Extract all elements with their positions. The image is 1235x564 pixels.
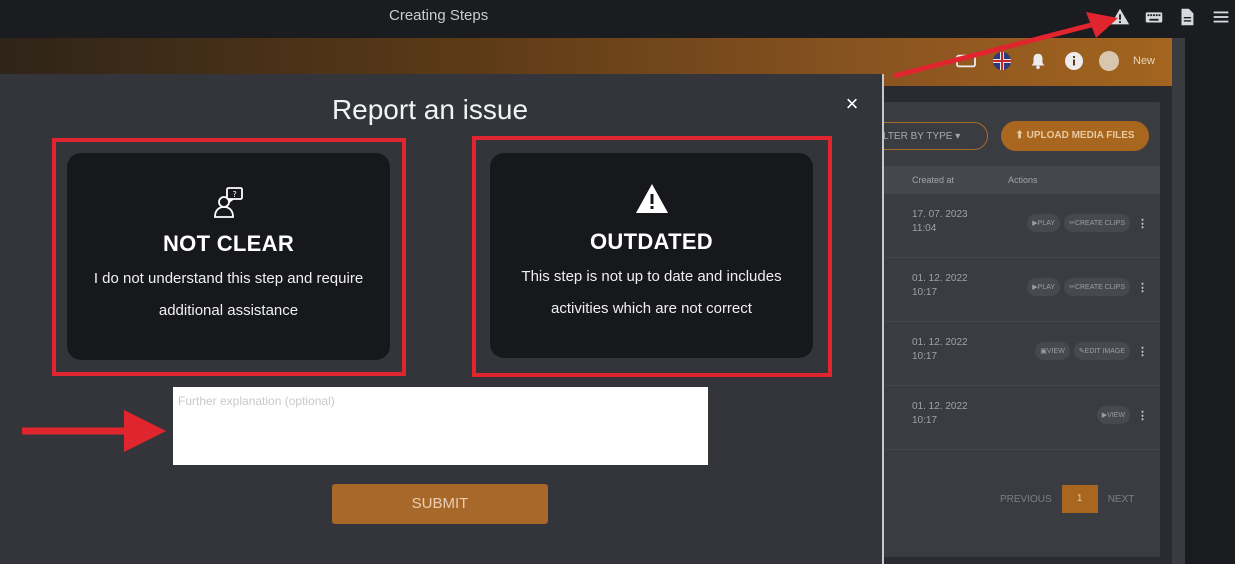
page-1-button[interactable]: 1 — [1061, 485, 1098, 513]
annotation-arrow — [22, 410, 166, 452]
more-icon[interactable]: ⋮ — [1134, 217, 1148, 230]
row-actions: ▶PLAY ✂CREATE CLIPS ⋮ — [1027, 278, 1148, 296]
modal-edge — [882, 74, 884, 564]
view-button[interactable]: ▣VIEW — [1035, 342, 1070, 360]
row-date: 17. 07. 2023 11:04 — [912, 209, 968, 234]
upload-media-button[interactable]: ⬆ UPLOAD MEDIA FILES — [1001, 121, 1149, 151]
report-issue-modal: Report an issue × ? NOT CLEAR I do not u… — [0, 74, 882, 564]
more-icon[interactable]: ⋮ — [1134, 281, 1148, 294]
modal-title: Report an issue — [331, 94, 529, 125]
row-actions: ▶PLAY ✂CREATE CLIPS ⋮ — [1027, 214, 1148, 232]
menu-icon[interactable] — [1210, 6, 1232, 28]
option-outdated[interactable]: OUTDATED This step is not up to date and… — [490, 153, 813, 358]
scrollbar[interactable] — [1172, 38, 1185, 564]
more-icon[interactable]: ⋮ — [1134, 345, 1148, 358]
table-row: 01. 12. 2022 10:17 ▶PLAY ✂CREATE CLIPS ⋮ — [880, 258, 1160, 322]
screen: Creating Steps New LTER BY TYPE ▾ ⬆ UPLO… — [0, 0, 1235, 564]
view-button[interactable]: ▶VIEW — [1096, 406, 1130, 424]
more-icon[interactable]: ⋮ — [1134, 409, 1148, 422]
row-date: 01. 12. 2022 10:17 — [912, 401, 968, 426]
confused-person-icon: ? — [212, 185, 246, 224]
pagination: PREVIOUS 1 NEXT — [1000, 485, 1134, 513]
submit-button[interactable]: SUBMIT — [332, 484, 548, 524]
create-clips-button[interactable]: ✂CREATE CLIPS — [1064, 214, 1130, 232]
window-title: Creating Steps — [389, 7, 489, 24]
create-clips-button[interactable]: ✂CREATE CLIPS — [1064, 278, 1130, 296]
option-title: OUTDATED — [590, 229, 713, 254]
option-desc-line1: This step is not up to date and includes — [521, 268, 782, 285]
col-created-at[interactable]: Created at — [912, 175, 954, 185]
table-header: Created at Actions — [880, 166, 1160, 194]
row-actions: ▣VIEW ✎EDIT IMAGE ⋮ — [1035, 342, 1148, 360]
close-button[interactable]: × — [842, 93, 862, 115]
option-desc-line2: additional assistance — [158, 302, 299, 319]
table-row: 17. 07. 2023 11:04 ▶PLAY ✂CREATE CLIPS ⋮ — [880, 194, 1160, 258]
play-button[interactable]: ▶PLAY — [1027, 214, 1061, 232]
filter-label: LTER BY TYPE — [883, 131, 953, 142]
play-button[interactable]: ▶PLAY — [1027, 278, 1061, 296]
warning-icon — [635, 183, 669, 220]
row-date: 01. 12. 2022 10:17 — [912, 273, 968, 298]
option-desc-line1: I do not understand this step and requir… — [93, 270, 364, 287]
table-row: 01. 12. 2022 10:17 ▶VIEW ⋮ — [880, 386, 1160, 450]
explanation-textarea[interactable] — [173, 387, 708, 465]
table-row: 01. 12. 2022 10:17 ▣VIEW ✎EDIT IMAGE ⋮ — [880, 322, 1160, 386]
upload-label: UPLOAD MEDIA FILES — [1026, 130, 1135, 141]
annotation-arrow — [893, 12, 1118, 79]
media-panel: LTER BY TYPE ▾ ⬆ UPLOAD MEDIA FILES Crea… — [860, 102, 1160, 557]
row-actions: ▶VIEW ⋮ — [1096, 406, 1148, 424]
document-icon[interactable] — [1176, 6, 1198, 28]
svg-text:?: ? — [232, 190, 236, 199]
option-title: NOT CLEAR — [162, 231, 295, 256]
next-button[interactable]: NEXT — [1108, 494, 1135, 505]
previous-button[interactable]: PREVIOUS — [1000, 494, 1052, 505]
edit-image-button[interactable]: ✎EDIT IMAGE — [1073, 342, 1130, 360]
col-actions: Actions — [1008, 175, 1038, 185]
row-date: 01. 12. 2022 10:17 — [912, 337, 968, 362]
right-gutter — [1185, 38, 1235, 564]
user-label: New — [1133, 55, 1156, 67]
option-desc-line2: activities which are not correct — [551, 300, 752, 317]
option-not-clear[interactable]: ? NOT CLEAR I do not understand this ste… — [67, 153, 390, 360]
keyboard-icon[interactable] — [1143, 6, 1165, 28]
